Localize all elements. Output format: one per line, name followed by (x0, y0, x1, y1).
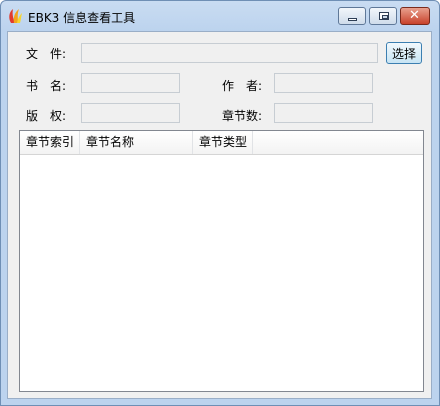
column-header-chapter-type[interactable]: 章节类型 (193, 131, 253, 154)
client-area: 文 件: 选择 书 名: 作 者: 版 权: 章节数: 章节索引 章节名称 章节… (7, 31, 432, 399)
file-path-input[interactable] (81, 43, 378, 63)
copyright-label: 版 权: (26, 109, 67, 123)
chapter-count-field[interactable] (274, 103, 373, 123)
author-label: 作 者: (222, 79, 263, 93)
window-title: EBK3 信息查看工具 (28, 11, 136, 25)
app-logo-icon (9, 9, 22, 23)
app-window: EBK3 信息查看工具 ✕ 文 件: 选择 书 名: 作 者: 版 权: 章节数… (0, 0, 440, 406)
column-header-chapter-name[interactable]: 章节名称 (80, 131, 193, 154)
minimize-button[interactable] (338, 7, 366, 25)
bookname-label: 书 名: (26, 79, 67, 93)
chapter-list[interactable]: 章节索引 章节名称 章节类型 (19, 130, 424, 392)
maximize-icon (379, 12, 389, 20)
title-bar[interactable]: EBK3 信息查看工具 ✕ (1, 1, 439, 31)
file-label: 文 件: (26, 47, 67, 61)
minimize-icon (348, 18, 357, 21)
close-button[interactable]: ✕ (400, 7, 430, 25)
chapter-count-label: 章节数: (222, 109, 263, 123)
column-header-chapter-index[interactable]: 章节索引 (20, 131, 80, 154)
close-icon: ✕ (409, 8, 420, 23)
chapter-list-header: 章节索引 章节名称 章节类型 (20, 131, 423, 155)
pick-file-button[interactable]: 选择 (386, 42, 422, 64)
bookname-field[interactable] (81, 73, 180, 93)
maximize-button[interactable] (369, 7, 397, 25)
copyright-field[interactable] (81, 103, 180, 123)
author-field[interactable] (274, 73, 373, 93)
